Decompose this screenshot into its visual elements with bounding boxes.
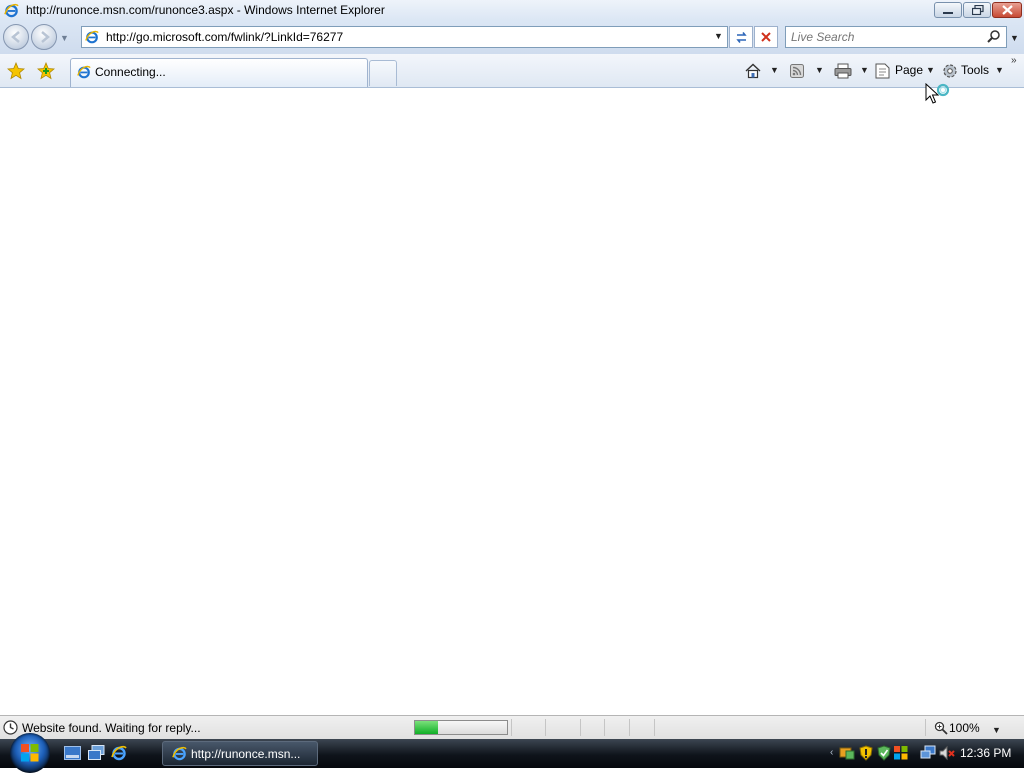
tab-label: Connecting... [95,65,166,79]
status-separator [629,719,630,736]
feeds-icon[interactable] [790,64,804,78]
home-icon[interactable] [744,62,762,80]
page-dropdown-icon[interactable]: ▼ [926,65,935,75]
status-bar: Website found. Waiting for reply... 100%… [0,715,1024,739]
ie-icon [77,65,91,79]
show-desktop-icon[interactable] [64,746,81,760]
taskbar-button-ie[interactable]: http://runonce.msn... [162,741,318,766]
back-button[interactable] [3,24,29,50]
start-button[interactable] [10,733,50,773]
restore-icon [972,5,984,15]
status-text: Website found. Waiting for reply... [22,721,201,735]
network-icon[interactable] [920,745,936,761]
restore-button[interactable] [963,2,991,18]
back-arrow-icon [11,31,20,43]
add-to-favorites-icon[interactable] [37,62,55,80]
zoom-icon[interactable] [934,721,948,735]
status-separator [580,719,581,736]
feeds-dropdown-icon[interactable]: ▼ [815,65,824,75]
progress-fill [415,721,438,734]
new-tab-button[interactable] [369,60,397,86]
zoom-level[interactable]: 100% [949,721,980,735]
search-options-dropdown[interactable]: ▼ [1010,33,1019,43]
ie-icon[interactable] [111,745,127,761]
print-icon[interactable] [834,63,852,79]
ie-icon [4,3,19,18]
refresh-button[interactable] [729,26,753,48]
tools-menu-label[interactable]: Tools [961,63,989,77]
status-separator [654,719,655,736]
defender-icon[interactable] [876,745,892,761]
search-input[interactable] [791,30,971,44]
stop-icon [761,32,771,42]
print-dropdown-icon[interactable]: ▼ [860,65,869,75]
tab-connecting[interactable]: Connecting... [70,58,368,87]
progress-bar [414,720,508,735]
forward-arrow-icon [41,31,50,43]
windows-flag-icon[interactable] [893,745,909,761]
minimize-button[interactable] [934,2,962,18]
recent-pages-dropdown[interactable]: ▼ [60,33,69,43]
window-title: http://runonce.msn.com/runonce3.aspx - W… [26,3,385,17]
taskbar: http://runonce.msn... ‹ 12:36 PM [0,733,1024,773]
switch-windows-icon[interactable] [88,745,105,761]
page-content[interactable] [0,88,1024,715]
favorites-center-icon[interactable] [7,62,25,80]
clock[interactable]: 12:36 PM [960,746,1011,760]
status-separator [511,719,512,736]
minimize-icon [943,12,953,14]
forward-button[interactable] [31,24,57,50]
security-shield-icon[interactable] [858,745,874,761]
title-bar[interactable]: http://runonce.msn.com/runonce3.aspx - W… [0,0,1024,21]
command-bar: Connecting... ▼ ▼ ▼ Page ▼ Tools ▼ » [0,54,1024,88]
page-menu-label[interactable]: Page [895,63,923,77]
address-bar[interactable]: http://go.microsoft.com/fwlink/?LinkId=7… [81,26,728,48]
close-icon [1002,5,1013,15]
volume-muted-icon[interactable] [939,745,955,761]
windows-update-icon[interactable] [839,745,855,761]
close-button[interactable] [992,2,1022,18]
search-box[interactable] [785,26,1007,48]
navigation-bar: ▼ http://go.microsoft.com/fwlink/?LinkId… [0,21,1024,54]
page-icon[interactable] [875,63,890,79]
address-dropdown-icon[interactable]: ▼ [714,31,723,41]
refresh-icon [736,32,747,43]
gear-icon[interactable] [941,62,959,80]
address-url[interactable]: http://go.microsoft.com/fwlink/?LinkId=7… [106,30,343,44]
status-separator [604,719,605,736]
home-dropdown-icon[interactable]: ▼ [770,65,779,75]
loading-clock-icon [3,720,18,735]
status-separator [545,719,546,736]
stop-button[interactable] [754,26,778,48]
chevron-more-icon[interactable]: » [1011,55,1017,66]
ie-icon [172,746,187,761]
busy-cursor-icon [925,83,950,104]
zoom-dropdown-icon[interactable]: ▼ [992,725,1001,735]
tray-expand-icon[interactable]: ‹ [830,747,833,758]
tools-dropdown-icon[interactable]: ▼ [995,65,1004,75]
search-icon[interactable] [986,29,1002,45]
page-ie-icon [85,30,99,44]
windows-logo-icon [21,744,39,762]
taskbar-button-label: http://runonce.msn... [191,747,301,761]
status-separator [925,719,926,736]
